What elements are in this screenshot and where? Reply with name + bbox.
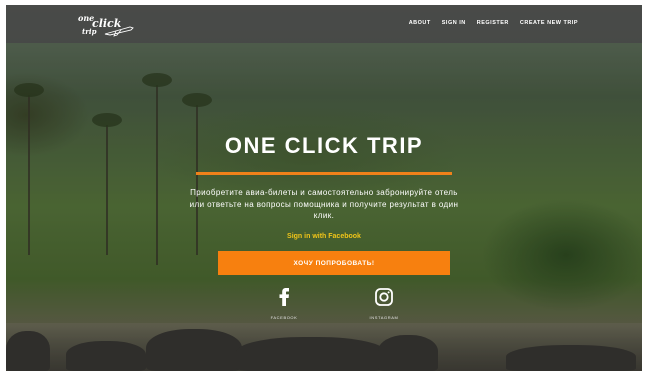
- try-button[interactable]: ХОЧУ ПОПРОБОВАТЬ!: [218, 251, 450, 275]
- instagram-label: INSTAGRAM: [369, 315, 399, 320]
- airplane-icon: [104, 26, 134, 37]
- hero-title: ONE CLICK TRIP: [224, 133, 424, 158]
- instagram-link[interactable]: INSTAGRAM: [354, 288, 414, 320]
- facebook-signin-link[interactable]: Sign in with Facebook: [6, 233, 642, 240]
- logo[interactable]: one click trip: [76, 13, 134, 37]
- nav-sign-in[interactable]: SIGN IN: [442, 20, 466, 26]
- navbar: one click trip ABOUT SIGN IN REGISTER CR…: [6, 5, 642, 43]
- instagram-icon: [375, 288, 393, 306]
- nav-menu: ABOUT SIGN IN REGISTER CREATE NEW TRIP: [409, 20, 578, 26]
- logo-word-trip: trip: [82, 27, 97, 36]
- nav-register[interactable]: REGISTER: [477, 20, 509, 26]
- title-underline: [196, 172, 452, 175]
- nav-about[interactable]: ABOUT: [409, 20, 431, 26]
- facebook-icon: [279, 288, 289, 306]
- facebook-link[interactable]: FACEBOOK: [254, 288, 314, 320]
- hero-section: one click trip ABOUT SIGN IN REGISTER CR…: [6, 5, 642, 371]
- hero-description: Приобретите авиа-билеты и самостоятельно…: [189, 188, 459, 220]
- nav-create-new-trip[interactable]: CREATE NEW TRIP: [520, 20, 578, 26]
- facebook-label: FACEBOOK: [270, 315, 298, 320]
